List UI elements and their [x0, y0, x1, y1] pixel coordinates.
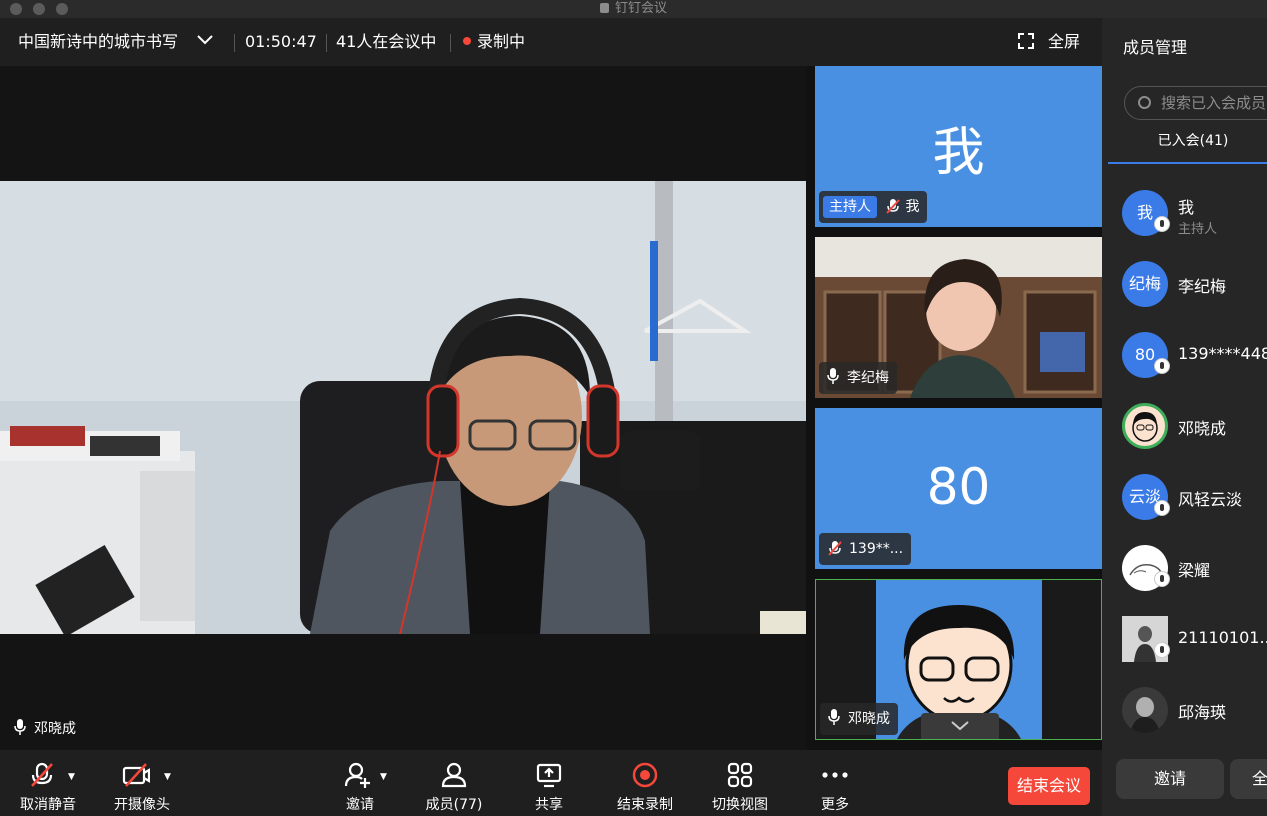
video-tile-li-jimei[interactable]: 李纪梅 — [815, 237, 1102, 398]
members-icon — [441, 762, 467, 788]
camera-off-icon — [122, 763, 150, 787]
speaker-video-image — [0, 181, 806, 634]
tile-avatar-text: 我 — [932, 123, 985, 183]
member-name: 邱海瑛 — [1178, 703, 1227, 722]
meeting-title-dropdown[interactable]: 中国新诗中的城市书写 — [18, 18, 213, 66]
member-item[interactable]: 纪梅 李纪梅 — [1102, 253, 1267, 313]
microphone-icon — [1154, 358, 1170, 374]
fullscreen-icon — [1018, 33, 1034, 49]
host-badge: 主持人 — [823, 196, 877, 218]
attendee-count: 41人在会议中 — [336, 32, 437, 51]
video-tile-139[interactable]: 80 139**... — [815, 408, 1102, 569]
record-stop-icon — [632, 762, 658, 788]
chevron-down-icon — [197, 35, 213, 45]
invite-button[interactable]: ▼ 邀请 — [330, 750, 390, 816]
search-icon — [1138, 96, 1151, 109]
add-user-icon — [344, 762, 370, 788]
avatar: 纪梅 — [1122, 261, 1168, 307]
member-name: 我 — [1178, 198, 1195, 217]
caret-down-icon[interactable]: ▼ — [68, 772, 75, 782]
meeting-toolbar: ▼ 取消静音 ▼ 开摄像头 ▼ 邀请 成员(77) 共享 结束录制 切换视图 更… — [0, 750, 1102, 816]
divider — [450, 34, 451, 52]
fullscreen-button[interactable]: 全屏 — [1018, 18, 1080, 66]
meeting-title: 中国新诗中的城市书写 — [18, 32, 179, 51]
share-screen-button[interactable]: 共享 — [519, 750, 579, 816]
member-item[interactable]: 梁耀 — [1102, 537, 1267, 597]
member-management-panel: 成员管理 搜索已入会成员 已入会(41) 我 我 主持人 纪梅 李纪梅 80 1… — [1102, 18, 1267, 816]
more-icon — [822, 772, 848, 778]
divider — [234, 34, 235, 52]
tile-name-label: 邓晓成 — [820, 703, 898, 735]
divider — [326, 34, 327, 52]
chevron-down-icon — [951, 721, 969, 731]
more-button[interactable]: 更多 — [805, 750, 865, 816]
member-name: 139****448 — [1178, 344, 1267, 363]
member-role: 主持人 — [1178, 222, 1218, 237]
speaker-video — [0, 181, 806, 634]
tile-name-label: 139**... — [819, 533, 912, 565]
mute-all-button[interactable]: 全 — [1230, 759, 1267, 799]
microphone-icon — [1154, 642, 1170, 658]
microphone-muted-icon — [31, 762, 53, 787]
video-tiles-column: 我 主持人 我 李纪梅 80 139**... 邓晓成 — [806, 66, 1102, 750]
microphone-muted-icon — [828, 541, 842, 556]
members-button[interactable]: 成员(77) — [420, 750, 488, 816]
scroll-tiles-down-button[interactable] — [921, 713, 999, 739]
member-item[interactable]: 80 139****448 — [1102, 324, 1267, 384]
speaker-name-label: 邓晓成 — [14, 718, 76, 738]
camera-button[interactable]: ▼ 开摄像头 — [106, 750, 178, 816]
microphone-icon — [827, 368, 839, 384]
member-name: 21110101... — [1178, 628, 1267, 647]
member-item[interactable]: 邱海瑛 — [1102, 679, 1267, 739]
member-name: 李纪梅 — [1178, 277, 1227, 296]
lock-icon — [599, 3, 609, 13]
switch-view-button[interactable]: 切换视图 — [704, 750, 776, 816]
member-item[interactable]: 邓晓成 — [1102, 395, 1267, 455]
member-item[interactable]: 我 我 主持人 — [1102, 182, 1267, 242]
microphone-muted-icon — [886, 199, 901, 214]
meeting-info-bar: 中国新诗中的城市书写 01:50:47 41人在会议中 录制中 全屏 — [0, 18, 1102, 66]
microphone-icon — [1154, 571, 1170, 587]
cartoon-avatar-icon — [1132, 412, 1158, 442]
member-name: 梁耀 — [1178, 561, 1211, 580]
video-tile-deng-xiaocheng[interactable]: 邓晓成 — [815, 579, 1102, 740]
video-tile-me[interactable]: 我 主持人 我 — [815, 66, 1102, 227]
recording-status[interactable]: 录制中 — [463, 18, 525, 66]
meeting-duration: 01:50:47 — [245, 32, 317, 51]
member-item[interactable]: 云淡 风轻云淡 — [1102, 466, 1267, 526]
microphone-icon — [1154, 500, 1170, 516]
stop-recording-button[interactable]: 结束录制 — [609, 750, 681, 816]
member-name: 邓晓成 — [1178, 419, 1227, 438]
main-video-area[interactable]: 邓晓成 — [0, 66, 806, 750]
microphone-icon — [828, 709, 840, 725]
avatar — [1122, 403, 1168, 449]
grid-view-icon — [727, 762, 753, 788]
member-item[interactable]: 21110101... — [1102, 608, 1267, 668]
tile-name-label: 主持人 我 — [819, 191, 928, 223]
window-title: 钉钉会议 — [0, 0, 1267, 18]
unmute-button[interactable]: ▼ 取消静音 — [12, 750, 84, 816]
share-screen-icon — [536, 763, 562, 788]
photo-avatar-icon — [1122, 687, 1168, 733]
window-title-bar: 钉钉会议 — [0, 0, 1267, 18]
member-search-input[interactable]: 搜索已入会成员 — [1124, 86, 1267, 120]
invite-member-button[interactable]: 邀请 — [1116, 759, 1224, 799]
avatar — [1122, 687, 1168, 733]
tab-joined-members[interactable]: 已入会(41) — [1108, 130, 1267, 164]
caret-down-icon[interactable]: ▼ — [380, 772, 387, 782]
microphone-icon — [1154, 216, 1170, 232]
tile-name-label: 李纪梅 — [819, 362, 897, 394]
caret-down-icon[interactable]: ▼ — [164, 772, 171, 782]
microphone-icon — [14, 719, 26, 735]
tile-avatar-text: 80 — [926, 458, 991, 516]
member-name: 风轻云淡 — [1178, 490, 1243, 509]
recording-dot-icon — [463, 37, 471, 45]
end-meeting-button[interactable]: 结束会议 — [1008, 767, 1090, 805]
panel-title: 成员管理 — [1123, 38, 1188, 57]
